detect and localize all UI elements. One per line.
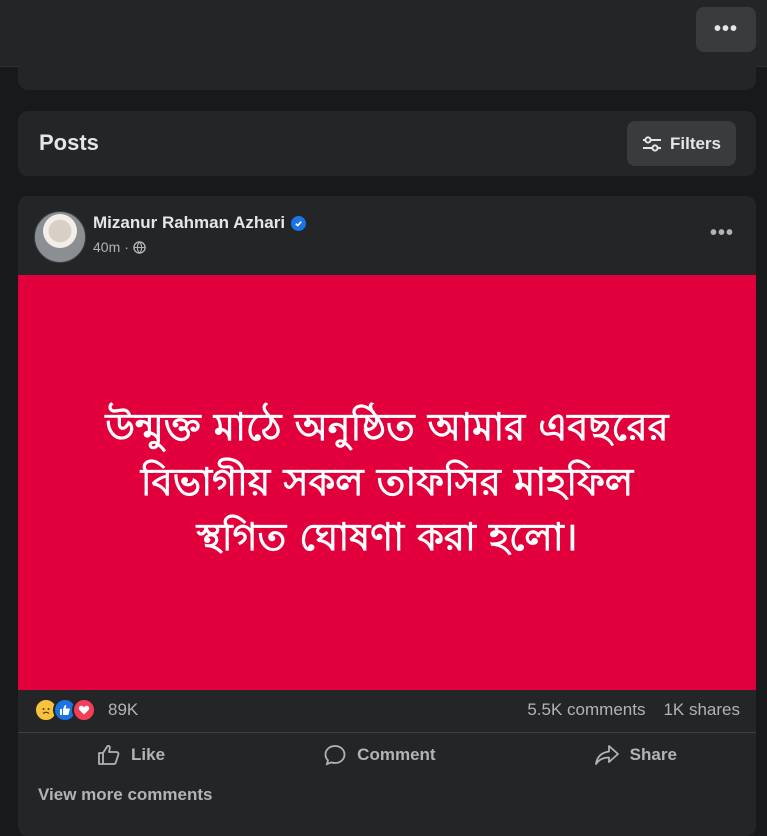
- filters-button[interactable]: Filters: [627, 121, 736, 166]
- more-icon: •••: [713, 18, 738, 40]
- intro-card: [18, 66, 756, 90]
- love-reaction-icon: [72, 698, 96, 722]
- post-author[interactable]: Mizanur Rahman Azhari: [93, 213, 307, 233]
- comment-label: Comment: [357, 745, 436, 764]
- like-icon: [98, 744, 120, 765]
- posts-title: Posts: [39, 130, 99, 155]
- reaction-icons[interactable]: [34, 698, 96, 722]
- post-meta: 40m ·: [93, 239, 146, 255]
- verified-badge-icon: [291, 215, 307, 231]
- post-actions: Like Comment Share: [18, 732, 756, 777]
- comments-count[interactable]: 5.5K comments: [527, 700, 645, 720]
- post-image[interactable]: উন্মুক্ত মাঠে অনুষ্ঠিত আমার এবছরের বিভাগ…: [18, 275, 756, 690]
- post-image-line-3: স্থগিত ঘোষণা করা হলো।: [196, 515, 578, 559]
- like-button[interactable]: Like: [97, 744, 165, 766]
- reaction-count[interactable]: 89K: [108, 700, 138, 720]
- post-time[interactable]: 40m: [93, 239, 120, 255]
- top-bar: •••: [0, 0, 767, 67]
- author-avatar[interactable]: [34, 211, 86, 263]
- share-icon: [594, 745, 619, 765]
- more-options-button[interactable]: •••: [696, 7, 756, 52]
- filters-icon: [642, 135, 661, 152]
- share-label: Share: [629, 745, 677, 764]
- like-label: Like: [131, 745, 166, 764]
- author-name[interactable]: Mizanur Rahman Azhari: [93, 213, 285, 233]
- reactions-row: 89K 5.5K comments 1K shares: [18, 690, 756, 728]
- shares-count[interactable]: 1K shares: [663, 700, 740, 720]
- post-stats: 5.5K comments 1K shares: [527, 700, 740, 720]
- posts-header-card: Posts Filters: [18, 111, 756, 176]
- post-image-line-1: উন্মুক্ত মাঠে অনুষ্ঠিত আমার এবছরের: [105, 405, 669, 449]
- share-button[interactable]: Share: [594, 744, 677, 766]
- meta-separator: ·: [124, 239, 129, 255]
- post-card: Mizanur Rahman Azhari 40m · ••• উন্মুক্ত…: [18, 196, 756, 836]
- comment-icon: [324, 745, 346, 766]
- view-more-comments-link[interactable]: View more comments: [38, 785, 212, 805]
- filters-label: Filters: [669, 133, 722, 153]
- post-more-options-button[interactable]: •••: [710, 222, 734, 245]
- globe-icon: [133, 240, 146, 254]
- post-image-text: উন্মুক্ত মাঠে অনুষ্ঠিত আমার এবছরের বিভাগ…: [65, 400, 708, 565]
- post-image-line-2: বিভাগীয় সকল তাফসির মাহফিল: [140, 460, 634, 504]
- comment-button[interactable]: Comment: [323, 744, 436, 766]
